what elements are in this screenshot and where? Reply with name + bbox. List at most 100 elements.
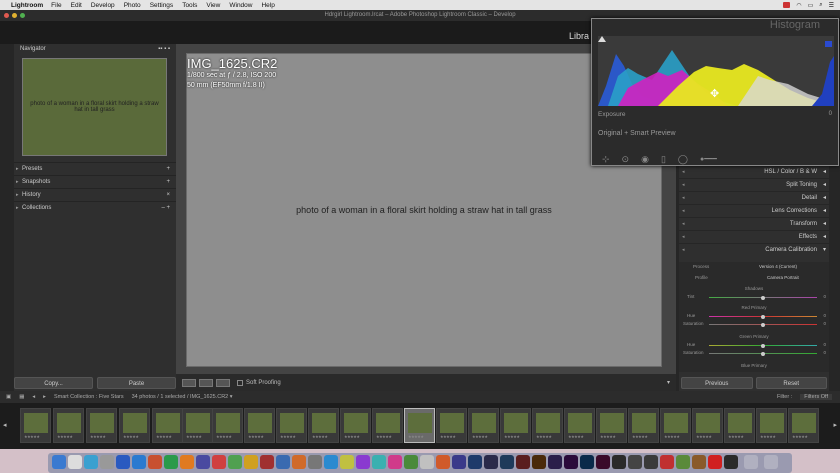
- filter-dropdown[interactable]: Filters Off: [800, 394, 832, 400]
- app-icon[interactable]: [340, 455, 354, 469]
- record-icon[interactable]: [783, 1, 791, 8]
- filmstrip-thumbnail[interactable]: ★★★★★: [628, 408, 659, 443]
- before-after-icon[interactable]: [199, 378, 213, 387]
- filmstrip-thumbnail[interactable]: ★★★★★: [788, 408, 819, 443]
- navigator-preview[interactable]: photo of a woman in a floral skirt holdi…: [22, 58, 167, 156]
- app-icon[interactable]: [420, 455, 434, 469]
- reset-button[interactable]: Reset: [755, 377, 827, 389]
- collection-actions[interactable]: – +: [161, 202, 170, 215]
- filmstrip-thumbnail[interactable]: ★★★★★: [53, 408, 84, 443]
- app-icon[interactable]: [260, 455, 274, 469]
- app-icon[interactable]: [708, 455, 722, 469]
- slider-value[interactable]: 0: [823, 313, 826, 318]
- minimize-icon[interactable]: [12, 13, 17, 18]
- radial-filter-icon[interactable]: ◯: [678, 154, 688, 165]
- highlight-clipping-icon[interactable]: [825, 41, 832, 47]
- app-icon[interactable]: [308, 455, 322, 469]
- filmstrip-thumbnail[interactable]: ★★★★★: [500, 408, 531, 443]
- search-icon[interactable]: ⌕: [819, 2, 822, 9]
- app-icon[interactable]: [404, 455, 418, 469]
- filmstrip-thumbnail[interactable]: ★★★★★: [308, 408, 339, 443]
- menu-help[interactable]: Help: [261, 2, 274, 9]
- app-icon[interactable]: [580, 455, 594, 469]
- filmstrip-thumbnail[interactable]: ★★★★★: [436, 408, 467, 443]
- panel-detail[interactable]: Detail◂: [679, 191, 829, 205]
- downloads-icon[interactable]: [744, 455, 758, 469]
- spot-removal-icon[interactable]: ⊙: [622, 154, 630, 165]
- filmstrip-thumbnail[interactable]: ★★★★★: [340, 408, 371, 443]
- wifi-icon[interactable]: ◠: [796, 2, 801, 9]
- loupe-view-icon[interactable]: [182, 378, 196, 387]
- filmstrip-thumbnail[interactable]: ★★★★★: [596, 408, 627, 443]
- forward-arrow-icon[interactable]: ▸: [43, 394, 46, 400]
- app-icon[interactable]: [180, 455, 194, 469]
- after-effects-icon[interactable]: [564, 455, 578, 469]
- app-icon[interactable]: [388, 455, 402, 469]
- menu-photo[interactable]: Photo: [124, 2, 141, 9]
- crop-icon[interactable]: ⊹: [602, 154, 610, 165]
- panel-lens-corrections[interactable]: Lens Corrections◂: [679, 204, 829, 218]
- menu-app-name[interactable]: Lightroom: [11, 2, 43, 9]
- slider-knob[interactable]: [761, 314, 765, 319]
- filmstrip-thumbnail[interactable]: ★★★★★: [692, 408, 723, 443]
- back-arrow-icon[interactable]: ◂: [32, 394, 35, 400]
- filmstrip-thumbnail[interactable]: ★★★★★: [152, 408, 183, 443]
- lightroom-icon[interactable]: [500, 455, 514, 469]
- filmstrip-thumbnail[interactable]: ★★★★★: [86, 408, 117, 443]
- app-icon[interactable]: [276, 455, 290, 469]
- menu-window[interactable]: Window: [229, 2, 252, 9]
- panel-effects[interactable]: Effects◂: [679, 230, 829, 244]
- red-eye-icon[interactable]: ◉: [641, 154, 649, 165]
- filmstrip-thumbnail[interactable]: ★★★★★: [212, 408, 243, 443]
- app-icon[interactable]: [612, 455, 626, 469]
- expand-icon[interactable]: ▾: [823, 244, 826, 257]
- close-icon[interactable]: [4, 13, 9, 18]
- mail-icon[interactable]: [84, 455, 98, 469]
- slider-value[interactable]: 0: [823, 350, 826, 355]
- control-center-icon[interactable]: ☰: [829, 2, 834, 9]
- app-icon[interactable]: [212, 455, 226, 469]
- profile-dropdown[interactable]: Camera Portrait: [767, 275, 799, 280]
- app-icon[interactable]: [324, 455, 338, 469]
- powerpoint-icon[interactable]: [148, 455, 162, 469]
- compare-icon[interactable]: [216, 378, 230, 387]
- red-hue-slider[interactable]: [709, 314, 817, 319]
- battery-icon[interactable]: ▭: [808, 2, 814, 9]
- toolbar-menu-icon[interactable]: ▾: [667, 379, 670, 386]
- previous-button[interactable]: Previous: [681, 377, 753, 389]
- filmstrip-left-arrow-icon[interactable]: ◂: [3, 421, 7, 429]
- slider-value[interactable]: 0: [823, 294, 826, 299]
- system-preferences-icon[interactable]: [100, 455, 114, 469]
- green-hue-slider[interactable]: [709, 343, 817, 348]
- excel-icon[interactable]: [164, 455, 178, 469]
- soft-proofing-checkbox[interactable]: [237, 379, 243, 386]
- menu-tools[interactable]: Tools: [182, 2, 197, 9]
- filmstrip-thumbnail[interactable]: ★★★★★: [276, 408, 307, 443]
- trash-icon[interactable]: [764, 455, 778, 469]
- panel-collections[interactable]: Collections – +: [14, 201, 176, 215]
- filmstrip-thumbnail-selected[interactable]: ★★★★★: [404, 408, 435, 443]
- app-icon[interactable]: [244, 455, 258, 469]
- app-icon[interactable]: [676, 455, 690, 469]
- selection-count[interactable]: 34 photos / 1 selected / IMG_1625.CR2 ▾: [132, 394, 233, 400]
- filmstrip-thumbnail[interactable]: ★★★★★: [468, 408, 499, 443]
- slider-knob[interactable]: [761, 295, 765, 300]
- app-icon[interactable]: [724, 455, 738, 469]
- app-icon[interactable]: [628, 455, 642, 469]
- process-dropdown[interactable]: Version 4 (Current): [759, 264, 797, 269]
- menu-view[interactable]: View: [206, 2, 220, 9]
- filmstrip-thumbnail[interactable]: ★★★★★: [244, 408, 275, 443]
- app-icon[interactable]: [372, 455, 386, 469]
- filmstrip-thumbnail[interactable]: ★★★★★: [119, 408, 150, 443]
- panel-presets[interactable]: Presets+: [14, 162, 176, 176]
- panel-snapshots[interactable]: Snapshots+: [14, 175, 176, 189]
- paste-button[interactable]: Paste: [97, 377, 176, 389]
- illustrator-icon[interactable]: [532, 455, 546, 469]
- copy-button[interactable]: Copy...: [14, 377, 93, 389]
- slider-knob[interactable]: [761, 351, 765, 356]
- app-icon[interactable]: [436, 455, 450, 469]
- app-icon[interactable]: [484, 455, 498, 469]
- navigator-header[interactable]: Navigator ▪▪ ▪ ▪: [14, 44, 176, 55]
- app-icon[interactable]: [452, 455, 466, 469]
- app-store-icon[interactable]: [116, 455, 130, 469]
